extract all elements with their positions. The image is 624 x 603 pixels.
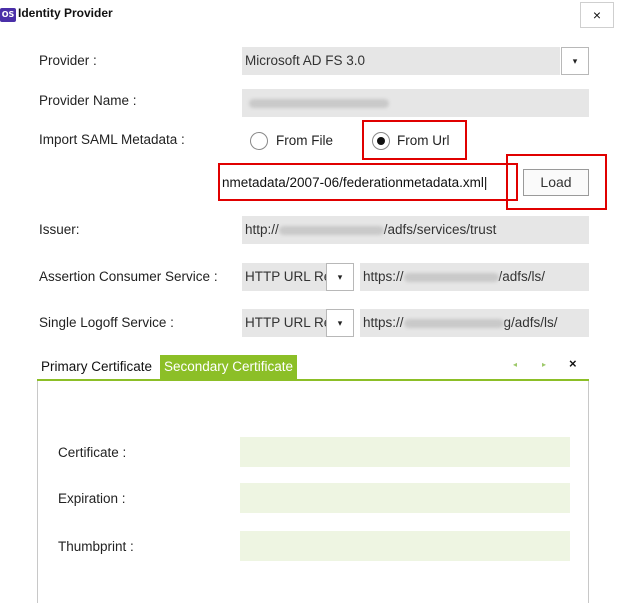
tab-prev-icon[interactable]: ◂ — [513, 360, 517, 369]
from-url-label[interactable]: From Url — [397, 133, 450, 148]
tab-secondary-certificate[interactable]: Secondary Certificate — [160, 355, 298, 379]
close-button[interactable]: × — [580, 2, 614, 28]
issuer-label: Issuer: — [39, 222, 80, 237]
chevron-down-icon: ▾ — [572, 56, 578, 66]
slo-url-field[interactable]: https:// g/adfs/ls/ — [360, 309, 589, 337]
acs-url-field[interactable]: https:// /adfs/ls/ — [360, 263, 589, 291]
expiration-field[interactable] — [240, 483, 570, 513]
redacted-text — [403, 318, 504, 328]
import-saml-label: Import SAML Metadata : — [39, 132, 185, 147]
tab-close-icon[interactable]: × — [569, 356, 577, 371]
from-file-radio[interactable] — [250, 132, 268, 150]
acs-url-suffix: /adfs/ls/ — [498, 269, 546, 284]
metadata-url-input[interactable]: nmetadata/2007-06/federationmetadata.xml… — [222, 168, 514, 198]
slo-url-prefix: https:// — [363, 315, 404, 330]
thumbprint-label: Thumbprint : — [58, 539, 134, 554]
redacted-text — [278, 225, 384, 235]
redacted-text — [249, 98, 389, 108]
load-button[interactable]: Load — [523, 169, 589, 196]
chevron-down-icon: ▾ — [337, 272, 343, 282]
slo-label: Single Logoff Service : — [39, 315, 174, 330]
redacted-text — [403, 272, 499, 282]
certificate-label: Certificate : — [58, 445, 127, 460]
tab-next-icon[interactable]: ▸ — [542, 360, 546, 369]
from-url-radio[interactable] — [372, 132, 390, 150]
slo-url-suffix: g/adfs/ls/ — [503, 315, 558, 330]
acs-url-prefix: https:// — [363, 269, 404, 284]
acs-label: Assertion Consumer Service : — [39, 269, 218, 284]
issuer-suffix: /adfs/services/trust — [383, 222, 497, 237]
acs-binding-select[interactable]: HTTP URL Rec — [242, 263, 326, 291]
slo-binding-dropdown-button[interactable]: ▾ — [326, 309, 354, 337]
slo-binding-select[interactable]: HTTP URL Rec — [242, 309, 326, 337]
tab-primary-certificate[interactable]: Primary Certificate — [37, 355, 157, 379]
issuer-field[interactable]: http:// /adfs/services/trust — [242, 216, 589, 244]
app-logo-icon: OS — [0, 8, 16, 22]
issuer-prefix: http:// — [245, 222, 279, 237]
from-file-label[interactable]: From File — [276, 133, 333, 148]
provider-dropdown-button[interactable]: ▾ — [561, 47, 589, 75]
provider-name-label: Provider Name : — [39, 93, 137, 108]
chevron-down-icon: ▾ — [337, 318, 343, 328]
provider-name-field[interactable] — [242, 89, 589, 117]
acs-binding-value: HTTP URL Rec — [245, 269, 326, 284]
certificate-field[interactable] — [240, 437, 570, 467]
acs-binding-dropdown-button[interactable]: ▾ — [326, 263, 354, 291]
provider-select-value: Microsoft AD FS 3.0 — [245, 53, 366, 68]
thumbprint-field[interactable] — [240, 531, 570, 561]
expiration-label: Expiration : — [58, 491, 126, 506]
metadata-url-value: nmetadata/2007-06/federationmetadata.xml — [222, 175, 484, 190]
window-title: Identity Provider — [18, 6, 113, 20]
provider-label: Provider : — [39, 53, 97, 68]
slo-binding-value: HTTP URL Rec — [245, 315, 326, 330]
provider-select[interactable]: Microsoft AD FS 3.0 — [242, 47, 560, 75]
